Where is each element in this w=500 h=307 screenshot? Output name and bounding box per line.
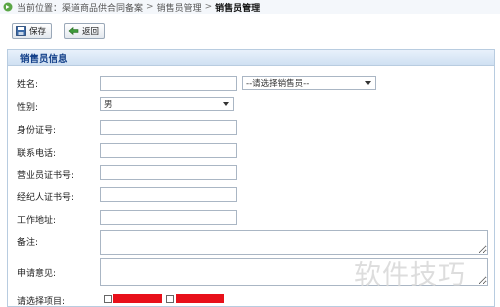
chevron-down-icon	[223, 102, 229, 106]
work-address-label: 工作地址:	[17, 216, 57, 226]
salesperson-select-value: --请选择销售员--	[246, 79, 310, 89]
back-button[interactable]: 返回	[64, 23, 106, 39]
phone-input[interactable]	[100, 143, 237, 158]
save-button[interactable]: 保存	[12, 23, 53, 39]
remark-textarea[interactable]	[100, 230, 488, 255]
breadcrumb-item-contract[interactable]: 渠道商品供合同备案	[62, 1, 143, 14]
redacted-project-name	[113, 294, 162, 303]
save-button-label: 保存	[29, 27, 47, 37]
watermark: 软件技巧	[354, 260, 466, 291]
remark-label: 备注:	[17, 238, 39, 248]
gender-select[interactable]: 男	[100, 97, 234, 111]
project-checkbox[interactable]	[104, 295, 112, 303]
breadcrumb-separator: >	[204, 2, 213, 12]
phone-label: 联系电话:	[17, 149, 57, 159]
save-icon	[16, 26, 26, 36]
breadcrumb-prefix: 当前位置：	[17, 3, 63, 14]
agent-cert-input[interactable]	[100, 187, 237, 202]
breadcrumb: 当前位置： 渠道商品供合同备案 > 销售员管理 > 销售员管理	[0, 0, 500, 14]
name-input[interactable]	[100, 76, 237, 91]
panel-title: 销售员信息	[8, 50, 494, 66]
project-checkbox[interactable]	[166, 295, 174, 303]
chevron-down-icon	[365, 81, 371, 85]
gender-label: 性别:	[17, 103, 39, 113]
id-number-input[interactable]	[100, 120, 237, 135]
redacted-project-name	[176, 294, 224, 303]
salesperson-select[interactable]: --请选择销售员--	[242, 76, 376, 90]
work-address-input[interactable]	[100, 210, 237, 225]
back-arrow-icon	[68, 26, 79, 36]
project-label: 请选择项目:	[17, 297, 66, 307]
license-number-input[interactable]	[100, 165, 237, 180]
breadcrumb-item-sales[interactable]: 销售员管理	[157, 1, 202, 14]
name-label: 姓名:	[17, 80, 39, 90]
agent-cert-label: 经纪人证书号:	[17, 193, 75, 203]
back-button-label: 返回	[82, 27, 100, 37]
gender-select-value: 男	[104, 100, 113, 110]
opinion-label: 申请意见:	[17, 269, 57, 279]
breadcrumb-separator: >	[146, 2, 154, 12]
breadcrumb-current: 销售员管理	[215, 3, 261, 14]
toolbar: 保存 返回	[0, 16, 500, 46]
id-number-label: 身份证号:	[17, 126, 57, 136]
license-number-label: 营业员证书号:	[17, 171, 75, 181]
arrow-right-icon	[3, 2, 13, 12]
